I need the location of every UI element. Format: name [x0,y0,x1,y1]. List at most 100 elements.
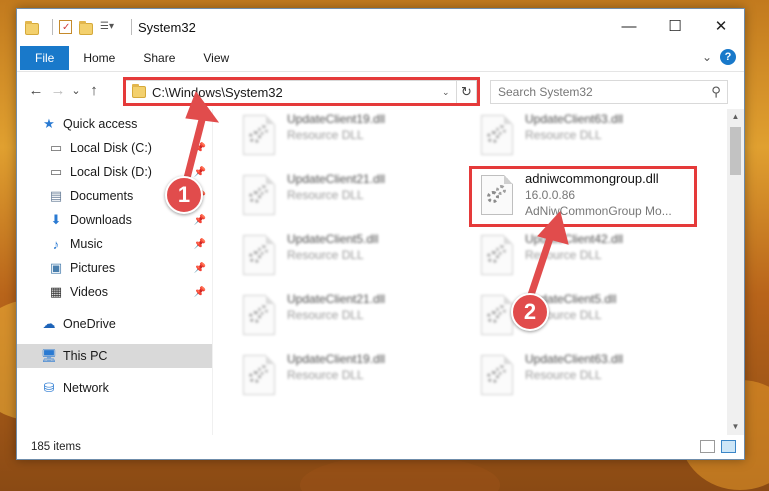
sidebar-item-label: Quick access [63,117,138,131]
file-highlight [469,166,697,227]
sidebar-item-videos[interactable]: ▦ Videos 📌 [17,280,212,304]
file-item[interactable]: UpdateClient21.dll Resource DLL [237,171,457,223]
dll-file-icon [481,295,513,335]
file-type: Resource DLL [287,188,364,202]
scroll-thumb[interactable] [730,127,741,175]
step-1-badge: 1 [165,176,203,214]
back-icon[interactable]: ← [25,82,47,99]
file-name: UpdateClient63.dll [525,112,624,126]
sidebar-item-pictures[interactable]: ▣ Pictures 📌 [17,256,212,280]
address-row: ← → ⌄ ↑ C:\Windows\System32 ⌄ ↻ ⚲ [17,71,744,109]
file-item[interactable]: UpdateClient19.dll Resource DLL [237,351,457,403]
download-icon: ⬇ [50,212,62,227]
star-icon: ★ [43,116,55,131]
tab-view[interactable]: View [189,46,243,70]
sidebar-item-label: Network [63,381,109,395]
file-name: UpdateClient63.dll [525,352,624,366]
pin-icon: 📌 [193,166,206,178]
properties-icon[interactable]: ✓ [59,20,72,34]
search-icon[interactable]: ⚲ [705,84,727,100]
item-count: 185 items [31,441,81,453]
pin-icon: 📌 [193,214,206,226]
file-name: UpdateClient21.dll [287,172,386,186]
search-input[interactable] [498,85,705,99]
sidebar-item-this-pc[interactable]: 🖥 This PC [17,344,212,368]
up-icon[interactable]: ↑ [83,82,105,99]
file-item[interactable]: UpdateClient19.dll Resource DLL [237,111,457,163]
divider [131,19,132,35]
title-bar: ✓ ☰▾ System32 — ☐ ✕ [17,9,744,45]
window-title: System32 [138,19,196,35]
file-item[interactable]: UpdateClient5.dll Resource DLL [475,291,695,343]
search-box[interactable]: ⚲ [490,80,728,104]
status-bar: 185 items [17,435,744,459]
divider [52,19,53,35]
dll-file-icon [481,235,513,275]
help-icon[interactable]: ? [720,49,736,65]
network-icon: ⛁ [43,380,55,395]
sidebar-item-label: Local Disk (D:) [70,165,152,179]
sidebar-item-label: Downloads [70,213,132,227]
step-2-badge: 2 [511,293,549,331]
file-item[interactable]: UpdateClient42.dll Resource DLL [475,231,695,283]
sidebar-item-label: OneDrive [63,317,116,331]
scroll-down-icon[interactable]: ▼ [727,419,744,435]
tab-home[interactable]: Home [69,46,129,70]
scroll-up-icon[interactable]: ▲ [727,109,744,125]
music-icon: ♪ [52,236,60,252]
tiles-view-icon[interactable] [721,440,736,453]
customize-quick-access-icon[interactable]: ☰▾ [100,19,118,35]
close-button[interactable]: ✕ [698,9,744,43]
dll-file-icon [243,295,275,335]
pin-icon: 📌 [193,262,206,274]
sidebar-item-music[interactable]: ♪ Music 📌 [17,232,212,256]
maximize-button[interactable]: ☐ [652,9,698,43]
sidebar-item-label: Local Disk (C:) [70,141,152,155]
drive-icon: ▭ [49,164,63,179]
file-item[interactable]: UpdateClient63.dll Resource DLL [475,111,695,163]
window-controls: — ☐ ✕ [606,9,744,43]
file-name: UpdateClient5.dll [287,232,379,246]
folder-icon [25,20,39,35]
file-name: UpdateClient19.dll [287,352,386,366]
sidebar-item-label: Music [70,237,103,251]
file-item[interactable]: UpdateClient21.dll Resource DLL [237,291,457,343]
new-folder-icon[interactable] [79,20,93,35]
dll-file-icon [481,355,513,395]
sidebar-item-quick-access[interactable]: ★ Quick access [17,112,212,136]
file-type: Resource DLL [287,368,364,382]
recent-locations-icon[interactable]: ⌄ [69,84,83,97]
pin-icon: 📌 [193,286,206,298]
file-type: Resource DLL [287,248,364,262]
sidebar-item-label: Pictures [70,261,116,275]
file-item[interactable]: UpdateClient5.dll Resource DLL [237,231,457,283]
ribbon-right: ⌄ ? [702,49,736,65]
tab-share[interactable]: Share [129,46,189,70]
sidebar-item-onedrive[interactable]: ☁ OneDrive [17,312,212,336]
main-area: ★ Quick access ▭ Local Disk (C:) 📌 ▭ Loc… [17,109,744,435]
details-view-icon[interactable] [700,440,715,453]
expand-ribbon-icon[interactable]: ⌄ [702,50,712,64]
dll-file-icon [481,115,513,155]
sidebar-item-local-disk-c[interactable]: ▭ Local Disk (C:) 📌 [17,136,212,160]
sidebar-item-label: Videos [70,285,108,299]
file-name: UpdateClient19.dll [287,112,386,126]
videos-icon: ▦ [49,284,63,299]
forward-icon[interactable]: → [47,82,69,99]
sidebar-item-network[interactable]: ⛁ Network [17,376,212,400]
navigation-pane: ★ Quick access ▭ Local Disk (C:) 📌 ▭ Loc… [17,109,213,435]
file-type: Resource DLL [525,128,602,142]
dll-file-icon [243,175,275,215]
tab-file[interactable]: File [20,46,70,70]
address-highlight [123,77,480,106]
pin-icon: 📌 [193,238,206,250]
pictures-icon: ▣ [49,260,63,275]
minimize-button[interactable]: — [606,9,652,43]
file-type: Resource DLL [287,128,364,142]
dll-file-icon [243,115,275,155]
file-item[interactable]: UpdateClient63.dll Resource DLL [475,351,695,403]
vertical-scrollbar[interactable]: ▲ ▼ [727,109,744,435]
documents-icon: ▤ [49,188,63,203]
file-type: Resource DLL [525,368,602,382]
dll-file-icon [243,355,275,395]
